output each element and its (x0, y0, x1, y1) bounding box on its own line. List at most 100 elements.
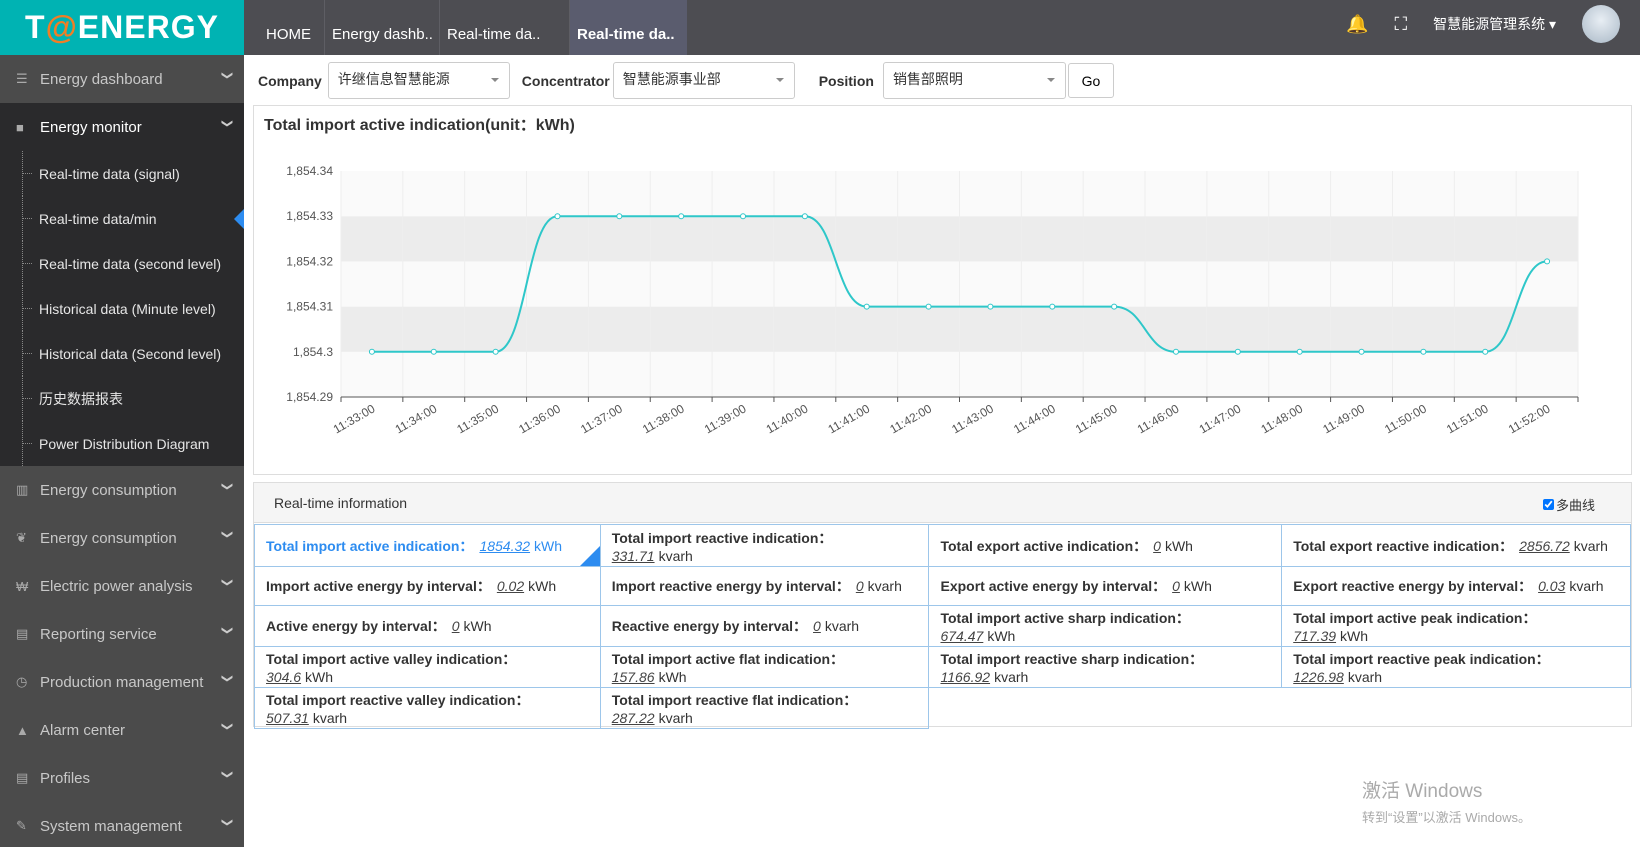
value-link[interactable]: 2856.72 (1519, 538, 1570, 554)
menu-icon: ▤ (16, 626, 29, 641)
realtime-title: Real-time information (274, 495, 408, 511)
chevron-down-icon: ❯ (220, 673, 233, 684)
position-label: Position (818, 72, 874, 89)
fullscreen-icon[interactable]: ⛶ (1394, 14, 1407, 35)
value-link[interactable]: 304.6 (266, 669, 301, 685)
company-select[interactable]: 许继信息智慧能源 (327, 62, 510, 99)
value-link[interactable]: 0 (1172, 578, 1180, 594)
bell-icon[interactable]: 🔔 (1346, 14, 1368, 35)
x-tick-label: 11:39:00 (702, 401, 749, 436)
position-select[interactable]: 销售部照明 (882, 62, 1066, 99)
avatar[interactable] (1582, 5, 1620, 43)
info-cell[interactable]: Active energy by interval： 0 kWh (254, 605, 601, 647)
sidebar: ☰ Energy dashboard ❯ ■ Energy monitor ❯ Real-t… (0, 55, 244, 847)
value-link[interactable]: 0 (1153, 538, 1161, 554)
sidebar-subitem[interactable]: Real-time data (second level) (0, 241, 244, 286)
info-cell[interactable]: Total export reactive indication： 2856.72… (1281, 524, 1631, 567)
info-cell[interactable]: Reactive energy by interval： 0 kvarh (599, 605, 930, 647)
sidebar-item[interactable]: ▤ Profiles ❯ (0, 754, 244, 802)
sidebar-item[interactable]: ▲ Alarm center ❯ (0, 706, 244, 754)
value-link[interactable]: 331.71 (612, 548, 655, 564)
tab-realtime-data-active[interactable]: Real-time da.. (569, 0, 687, 55)
info-cell[interactable]: Import active energy by interval： 0.02 kWh (254, 566, 601, 606)
sidebar-item[interactable]: ☰ Energy dashboard ❯ (0, 55, 244, 103)
logo[interactable]: T @ ENERGY (0, 0, 244, 55)
sidebar-item[interactable]: ₩ Electric power analysis ❯ (0, 562, 244, 610)
info-cell[interactable]: Total import reactive indication： 331.71 k… (599, 524, 930, 567)
value-link[interactable]: 287.22 (612, 710, 655, 726)
chart-title: Total import active indication(unit：kWh) (264, 117, 575, 134)
tab-home[interactable]: HOME (244, 0, 324, 55)
value-link[interactable]: 1166.92 (940, 669, 990, 685)
chevron-down-icon: ❯ (220, 769, 233, 780)
info-cell[interactable]: Total import active peak indication： 717.… (1281, 605, 1631, 647)
value-link[interactable]: 0 (856, 578, 864, 594)
sidebar-subitem[interactable]: Real-time data (signal) (0, 151, 244, 196)
concentrator-select[interactable]: 智慧能源事业部 (612, 62, 795, 99)
sidebar-subitem[interactable]: Historical data (Second level) (0, 331, 244, 376)
data-point (554, 213, 561, 220)
top-bar: HOME Energy dashb.. Real-time da.. Real-… (244, 0, 1640, 55)
multi-curve-checkbox[interactable]: 多曲线 (1542, 495, 1595, 514)
value-link[interactable]: 0.02 (497, 578, 524, 594)
x-tick-label: 11:48:00 (1258, 401, 1305, 436)
value-link[interactable]: 0 (813, 618, 821, 634)
y-tick-label: 1,854.29 (286, 390, 333, 404)
info-cell[interactable]: Export reactive energy by interval： 0.03 k… (1281, 566, 1631, 606)
info-cell[interactable]: Total import active valley indication： 30… (254, 646, 601, 688)
line-chart: 1,854.29 1,854.3 1,854.31 1,854.32 1,854.33 1… (286, 164, 1579, 437)
info-cell[interactable]: Total import active flat indication： 157.… (599, 646, 930, 688)
data-point (1544, 258, 1551, 265)
sidebar-item[interactable]: ✎ System management ❯ (0, 802, 244, 850)
value-link[interactable]: 0.03 (1538, 578, 1565, 594)
chevron-down-icon: ❯ (220, 625, 233, 636)
info-cell[interactable]: Total import reactive sharp indication： 1… (928, 646, 1283, 688)
sidebar-item[interactable]: ◷ Production management ❯ (0, 658, 244, 706)
concentrator-label: Concentrator (521, 72, 610, 89)
info-cell[interactable]: Import reactive energy by interval： 0 kvar… (599, 566, 930, 606)
value-link[interactable]: 674.47 (940, 628, 983, 644)
data-point (1482, 348, 1489, 355)
info-cell[interactable]: Total export active indication： 0 kWh (928, 524, 1283, 567)
tab-realtime-data[interactable]: Real-time da.. (439, 0, 553, 55)
sidebar-item[interactable]: ❦ Energy consumption ❯ (0, 514, 244, 562)
data-point (678, 213, 685, 220)
y-tick-label: 1,854.34 (286, 164, 333, 178)
value-link[interactable]: 1854.32 (479, 538, 530, 554)
sidebar-item[interactable]: ▥ Energy consumption ❯ (0, 466, 244, 514)
info-cell[interactable]: Total import active sharp indication： 674… (928, 605, 1283, 647)
chevron-down-icon: ❯ (220, 118, 233, 129)
caret-down-icon (775, 78, 784, 86)
sidebar-subitem[interactable]: Historical data (Minute level) (0, 286, 244, 331)
table-row: Active energy by interval： 0 kWh Reactive e… (254, 605, 1631, 647)
info-cell[interactable]: Export active energy by interval： 0 kWh (928, 566, 1283, 606)
info-cell[interactable]: Total import reactive flat indication： 28… (599, 687, 930, 729)
y-tick-label: 1,854.32 (286, 254, 333, 268)
system-menu[interactable]: 智慧能源管理系统 ▾ (1433, 14, 1556, 34)
info-cell[interactable]: Total import active indication： 1854.32 kW… (254, 524, 601, 567)
sidebar-subitem[interactable]: Power Distribution Diagram (0, 421, 244, 466)
realtime-panel: Real-time information 多曲线 Total import a… (253, 482, 1632, 729)
value-link[interactable]: 157.86 (612, 669, 655, 685)
data-point (1358, 348, 1365, 355)
info-cell[interactable]: Total import reactive valley indication：… (254, 687, 601, 729)
chevron-down-icon: ❯ (220, 70, 233, 81)
value-link[interactable]: 0 (452, 618, 460, 634)
tab-energy-dashboard[interactable]: Energy dashb.. (324, 0, 439, 55)
y-tick-label: 1,854.3 (293, 345, 333, 359)
value-link[interactable]: 1226.98 (1293, 669, 1344, 685)
data-point (368, 348, 375, 355)
x-tick-label: 11:33:00 (331, 401, 378, 436)
sidebar-item[interactable]: ▤ Reporting service ❯ (0, 610, 244, 658)
checkbox[interactable] (1542, 499, 1554, 510)
value-link[interactable]: 507.31 (266, 710, 309, 726)
sidebar-item[interactable]: ■ Energy monitor ❯ (0, 103, 244, 151)
value-link[interactable]: 717.39 (1293, 628, 1336, 644)
go-button[interactable]: Go (1067, 63, 1114, 98)
sidebar-subitem[interactable]: Real-time data/min (0, 196, 244, 241)
x-tick-label: 11:40:00 (764, 401, 811, 436)
chevron-down-icon: ❯ (220, 721, 233, 732)
sidebar-subitem[interactable]: 历史数据报表 (0, 376, 244, 421)
info-cell[interactable]: Total import reactive peak indication： 12… (1281, 646, 1631, 688)
x-tick-label: 11:45:00 (1073, 401, 1120, 436)
